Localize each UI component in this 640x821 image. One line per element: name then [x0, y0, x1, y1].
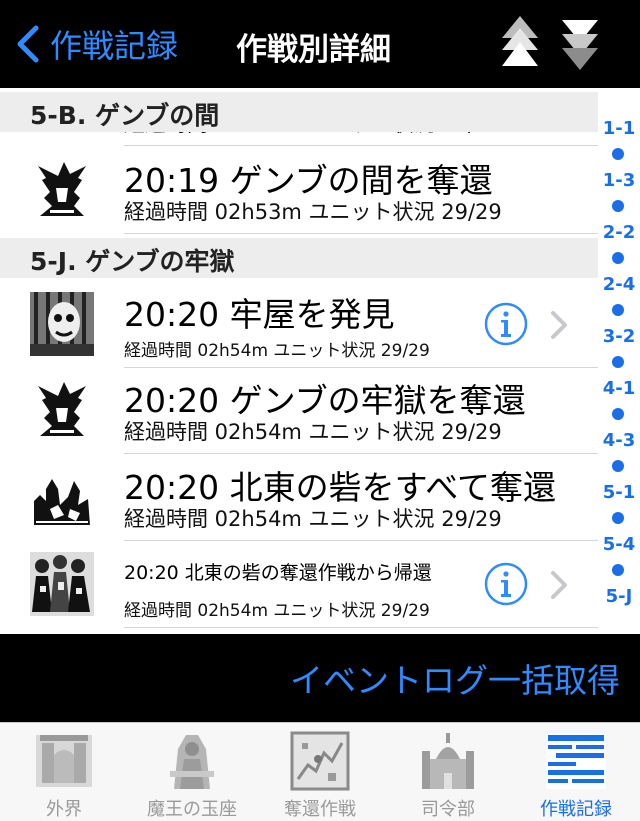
tab-label: 作戦記録 [540, 799, 612, 820]
row-separator [124, 145, 598, 146]
list-item: 20:20 北東の砦をすべて奪還 経過時間 02h54m ユニット状況 29/2… [0, 455, 598, 541]
row-title: 20:20 北東の砦をすべて奪還 [124, 468, 556, 507]
info-icon[interactable] [484, 302, 528, 346]
index-item-2-2[interactable]: 2-2 [598, 222, 640, 243]
crowd-icon [30, 552, 94, 616]
index-dot[interactable] [612, 356, 624, 368]
row-separator [124, 453, 598, 454]
index-dot[interactable] [612, 408, 624, 420]
index-dot[interactable] [612, 564, 624, 576]
index-item-4-1[interactable]: 4-1 [598, 378, 640, 399]
index-dot[interactable] [612, 460, 624, 472]
throne-icon [170, 735, 214, 789]
row-title: 20:20 ゲンブの牢獄を奪還 [124, 381, 526, 420]
tab-operation-records[interactable]: 作戦記録 [512, 723, 640, 821]
list-item: 20:19 ゲンブの間を奪還 経過時間 02h53m ユニット状況 29/29 [0, 148, 598, 234]
row-subtitle: 経過時間 02h53m ユニット状況 29/29 [124, 200, 502, 224]
list-item: 20:20 ゲンブの牢獄を奪還 経過時間 02h54m ユニット状況 29/29 [0, 368, 598, 454]
map-icon [290, 731, 350, 791]
fetch-all-event-logs-button[interactable]: イベントログ一括取得 [290, 654, 620, 702]
navigation-bar: 作戦記録 作戦別詳細 [0, 0, 640, 88]
tab-label: 外界 [46, 799, 82, 820]
section-header-label: 5-B. ゲンブの間 [30, 101, 220, 130]
list-item[interactable]: 20:20 牢屋を発見 経過時間 02h54m ユニット状況 29/29 [0, 282, 598, 368]
index-item-1-1[interactable]: 1-1 [598, 118, 640, 139]
tab-recapture-operation[interactable]: 奪還作戦 [256, 723, 384, 821]
section-header: 5-J. ゲンブの牢獄 [0, 238, 598, 278]
chevron-right-icon [551, 311, 567, 339]
index-dot[interactable] [612, 148, 624, 160]
scroll-up-arrow-icon[interactable] [498, 14, 542, 74]
records-icon [546, 733, 606, 789]
tower-icon [30, 158, 94, 222]
index-item-2-4[interactable]: 2-4 [598, 274, 640, 295]
cathedral-icon [422, 733, 474, 789]
section-index[interactable]: 1-1 1-3 2-2 2-4 3-2 4-1 4-3 5-1 5-4 5-J [598, 88, 640, 634]
index-item-4-3[interactable]: 4-3 [598, 430, 640, 451]
back-button-label: 作戦記録 [50, 27, 179, 65]
index-dot[interactable] [612, 252, 624, 264]
action-bar: イベントログ一括取得 [0, 634, 640, 722]
tab-label: 奪還作戦 [284, 799, 356, 820]
row-title: 20:20 北東の砦の奪還作戦から帰還 [124, 562, 432, 584]
prison-icon [30, 292, 94, 356]
index-item-5-4[interactable]: 5-4 [598, 534, 640, 555]
row-title: 20:20 牢屋を発見 [124, 295, 395, 334]
row-separator [124, 627, 598, 628]
chevron-left-icon [17, 25, 39, 63]
fort-icon [30, 465, 94, 529]
row-subtitle: 経過時間 02h54m ユニット状況 29/29 [124, 601, 430, 621]
index-dot[interactable] [612, 304, 624, 316]
index-dot[interactable] [612, 512, 624, 524]
index-item-1-3[interactable]: 1-3 [598, 170, 640, 191]
index-item-5-1[interactable]: 5-1 [598, 482, 640, 503]
tab-headquarters[interactable]: 司令部 [384, 723, 512, 821]
index-item-5-j[interactable]: 5-J [598, 586, 640, 607]
index-dot[interactable] [612, 200, 624, 212]
row-separator [124, 233, 598, 234]
list-item[interactable]: 20:20 北東の砦の奪還作戦から帰還 経過時間 02h54m ユニット状況 2… [0, 542, 598, 628]
row-subtitle: 経過時間 02h54m ユニット状況 29/29 [124, 507, 502, 531]
tab-bar: 外界 魔王の玉座 奪還作戦 司令部 作戦記録 [0, 722, 640, 821]
index-item-3-2[interactable]: 3-2 [598, 326, 640, 347]
tab-label: 魔王の玉座 [147, 799, 237, 820]
section-header: 5-B. ゲンブの間 [0, 92, 598, 132]
row-subtitle: 経過時間 02h54m ユニット状況 29/29 [124, 341, 430, 361]
row-separator [124, 540, 598, 541]
tower-icon [30, 378, 94, 442]
chevron-right-icon [551, 571, 567, 599]
tab-label: 司令部 [421, 799, 475, 820]
row-subtitle: 経過時間 02h54m ユニット状況 29/29 [124, 420, 502, 444]
back-button[interactable]: 作戦記録 [14, 22, 178, 66]
page-title: 作戦別詳細 [236, 32, 391, 68]
info-icon[interactable] [484, 562, 528, 606]
tab-outer-world[interactable]: 外界 [0, 723, 128, 821]
outer-world-icon [36, 735, 92, 787]
section-header-label: 5-J. ゲンブの牢獄 [30, 247, 235, 276]
row-title: 20:19 ゲンブの間を奪還 [124, 161, 493, 200]
tab-throne[interactable]: 魔王の玉座 [128, 723, 256, 821]
scroll-down-arrow-icon[interactable] [558, 14, 602, 74]
event-list[interactable]: 経過時間 02h50m ユニット状況 29/29 5-B. ゲンブの間 20:1… [0, 88, 598, 634]
